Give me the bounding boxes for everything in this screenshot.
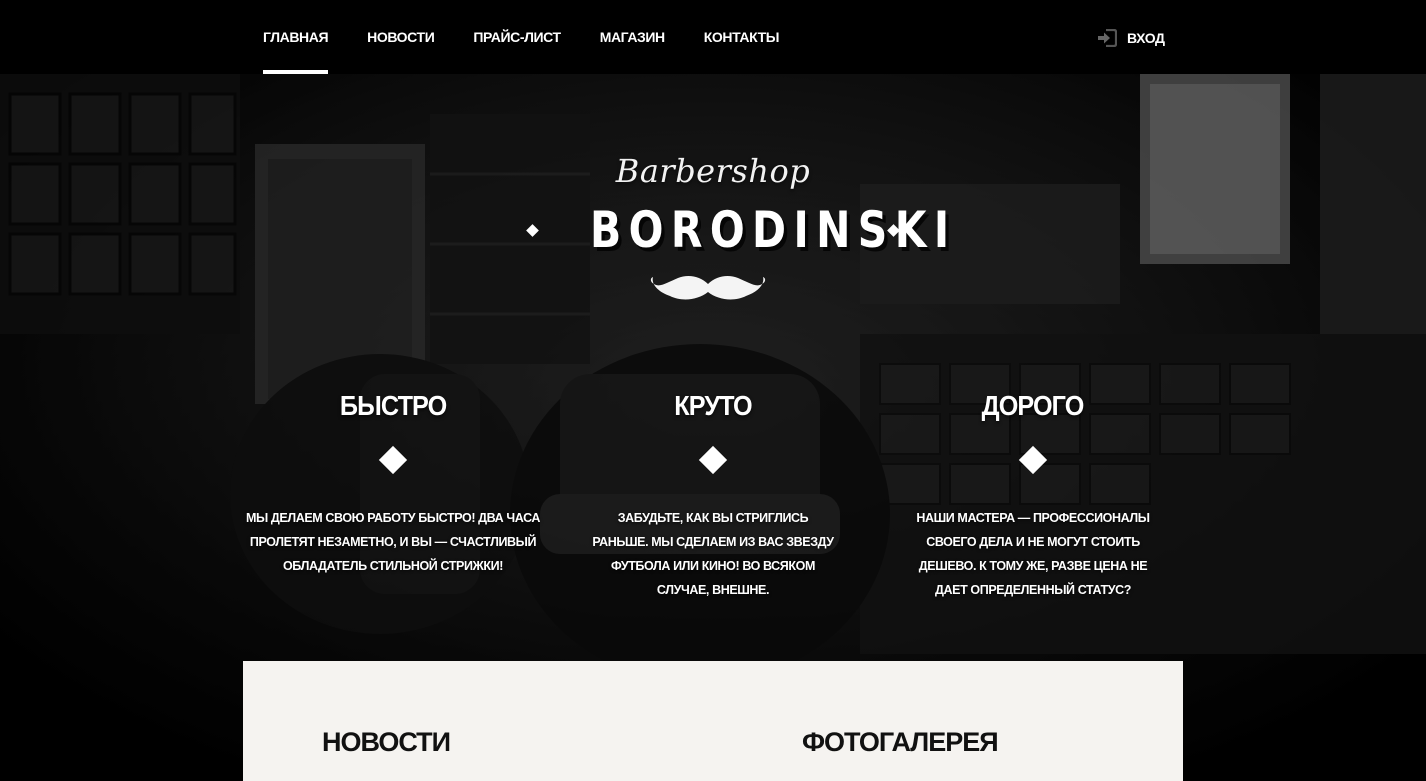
sign-in-icon [1098,29,1117,47]
mustache-icon [650,276,766,300]
feature-expensive: ДОРОГО НАШИ МАСТЕРА — ПРОФЕССИОНАЛЫ СВОЕ… [883,390,1183,602]
gallery-section-title: ФОТОГАЛЕРЕЯ [802,727,999,757]
nav-item-news[interactable]: НОВОСТИ [367,0,435,74]
feature-text: НАШИ МАСТЕРА — ПРОФЕССИОНАЛЫ СВОЕГО ДЕЛА… [916,511,1150,597]
feature-cool: КРУТО ЗАБУДЬТЕ, КАК ВЫ СТРИГЛИСЬ РАНЬШЕ.… [563,390,863,602]
feature-diamond-icon [1018,445,1048,475]
feature-title: ДОРОГО [982,390,1085,421]
brand-script-logo: Barbershop [615,152,811,190]
feature-title: КРУТО [674,390,752,421]
feature-text: МЫ ДЕЛАЕМ СВОЮ РАБОТУ БЫСТРО! ДВА ЧАСА П… [245,511,541,573]
brand-diamond-left [526,223,539,237]
feature-text: ЗАБУДЬТЕ, КАК ВЫ СТРИГЛИСЬ РАНЬШЕ. МЫ СД… [592,511,834,597]
main-nav: ГЛАВНАЯ НОВОСТИ ПРАЙС-ЛИСТ МАГАЗИН КОНТА… [263,0,818,74]
login-label: ВХОД [1127,30,1165,46]
brand-logo: BORODINSKI [0,200,1426,260]
top-navigation-bar: ГЛАВНАЯ НОВОСТИ ПРАЙС-ЛИСТ МАГАЗИН КОНТА… [0,0,1426,74]
feature-diamond-icon [378,445,408,475]
nav-item-shop[interactable]: МАГАЗИН [600,0,665,74]
brand-name: BORODINSKI [590,201,957,259]
feature-title: БЫСТРО [339,390,447,421]
nav-item-price-list[interactable]: ПРАЙС-ЛИСТ [473,0,561,74]
content-panel: НОВОСТИ ФОТОГАЛЕРЕЯ [243,661,1183,781]
nav-item-contacts[interactable]: КОНТАКТЫ [704,0,780,74]
news-section-title: НОВОСТИ [322,727,451,757]
login-link[interactable]: ВХОД [1097,28,1165,48]
nav-item-home[interactable]: ГЛАВНАЯ [263,0,329,74]
feature-diamond-icon [698,445,728,475]
feature-fast: БЫСТРО МЫ ДЕЛАЕМ СВОЮ РАБОТУ БЫСТРО! ДВА… [243,390,543,578]
